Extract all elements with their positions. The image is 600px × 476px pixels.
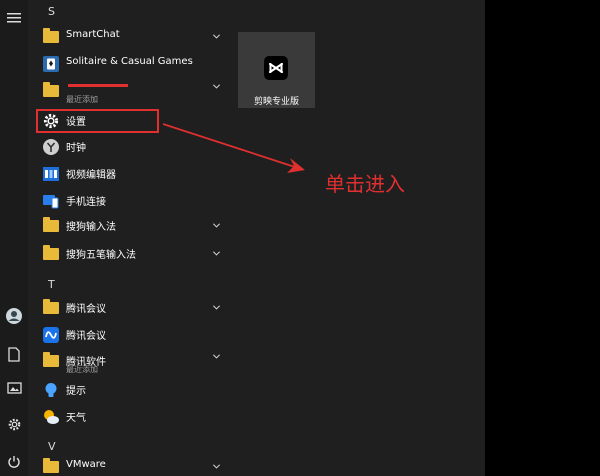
- annotation-text: 单击进入: [325, 172, 405, 196]
- start-menu: S SmartChat Solitaire & Casual Games 最近添…: [0, 0, 485, 476]
- desktop-background: [485, 0, 600, 476]
- annotation-arrow: [162, 123, 305, 173]
